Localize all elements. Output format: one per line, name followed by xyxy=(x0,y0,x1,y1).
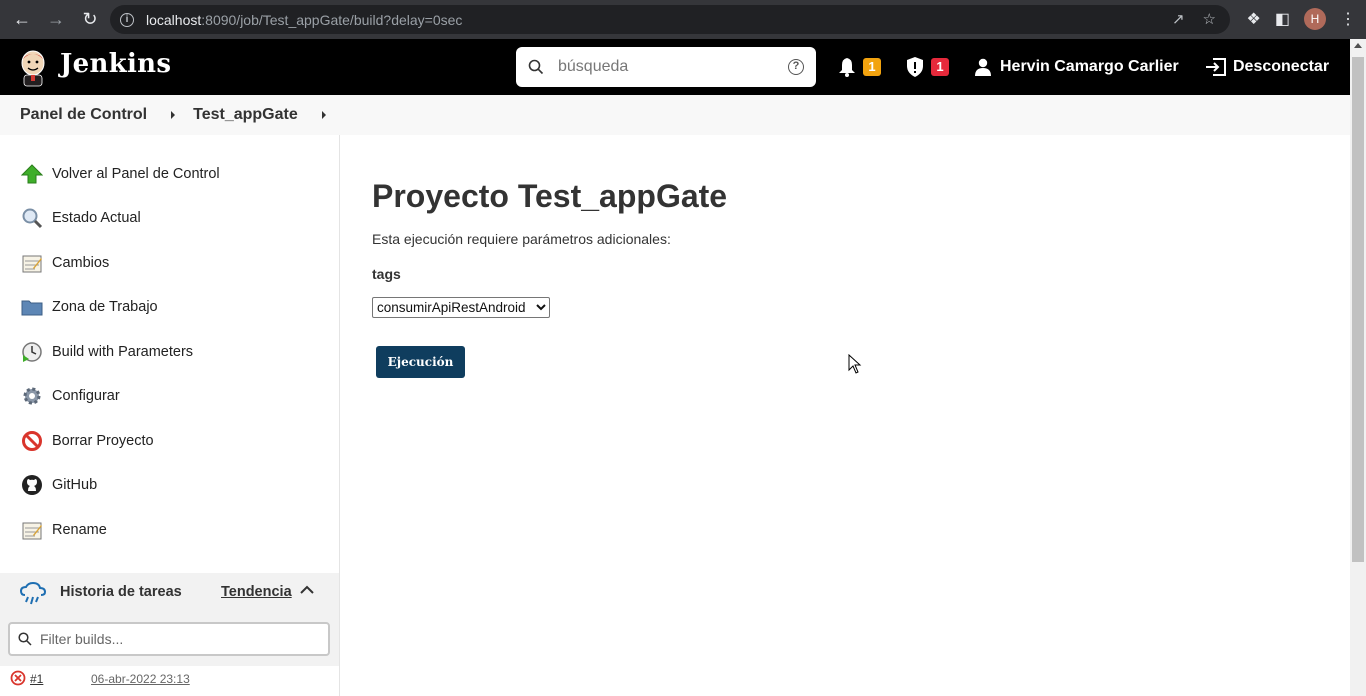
sidebar-item-build-with-parameters[interactable]: Build with Parameters xyxy=(20,339,193,365)
shield-alert-icon xyxy=(907,57,923,77)
logout-label: Desconectar xyxy=(1233,58,1330,75)
mouse-cursor-icon xyxy=(848,354,862,374)
star-icon[interactable]: ☆ xyxy=(1203,10,1216,28)
breadcrumb-dashboard[interactable]: Panel de Control xyxy=(20,106,147,124)
build-row[interactable]: #1 06-abr-2022 23:13 xyxy=(0,666,339,696)
filter-builds-box[interactable] xyxy=(8,622,330,656)
page-title: Proyecto Test_appGate xyxy=(372,178,728,214)
magnifier-icon xyxy=(20,206,44,230)
logout-icon xyxy=(1206,58,1226,76)
up-arrow-icon xyxy=(20,162,44,186)
help-icon[interactable]: ? xyxy=(788,59,804,75)
side-panel-icon[interactable]: ◧ xyxy=(1275,9,1290,29)
sidebar-item-back-dashboard[interactable]: Volver al Panel de Control xyxy=(20,161,220,187)
notifications-badge: 1 xyxy=(863,58,881,76)
breadcrumb-project[interactable]: Test_appGate xyxy=(193,106,298,124)
breadcrumb-chevron-icon[interactable] xyxy=(321,111,326,119)
tags-select[interactable]: consumirApiRestAndroid xyxy=(372,297,550,318)
cloud-rain-icon xyxy=(20,582,46,605)
jenkins-brand[interactable]: Jenkins xyxy=(60,49,171,79)
build-history-panel: Historia de tareas Tendencia #1 06-abr-2… xyxy=(0,573,339,696)
sidebar-item-workspace[interactable]: Zona de Trabajo xyxy=(20,294,158,320)
gear-icon xyxy=(20,384,44,408)
forward-icon[interactable]: → xyxy=(44,8,68,32)
breadcrumb-chevron-icon[interactable] xyxy=(171,111,176,119)
folder-icon xyxy=(20,295,44,319)
reload-icon[interactable]: ↻ xyxy=(78,8,102,32)
trend-link[interactable]: Tendencia xyxy=(221,584,292,600)
build-date-link[interactable]: 06-abr-2022 23:13 xyxy=(91,672,190,686)
share-icon[interactable]: ↗ xyxy=(1172,10,1185,28)
address-bar[interactable]: i localhost:8090/job/Test_appGate/build?… xyxy=(110,5,1230,34)
search-icon xyxy=(18,632,32,646)
back-icon[interactable]: ← xyxy=(10,8,34,32)
extensions-icon[interactable]: ❖ xyxy=(1247,9,1261,29)
user-icon xyxy=(975,58,991,76)
jenkins-header: Jenkins ? 1 1 Hervin Camargo Carlier xyxy=(0,39,1366,95)
sidebar-item-rename[interactable]: Rename xyxy=(20,517,107,543)
build-number-link[interactable]: #1 xyxy=(30,672,43,686)
profile-avatar[interactable]: H xyxy=(1304,8,1326,30)
filter-builds-input[interactable] xyxy=(40,631,310,647)
build-history-title: Historia de tareas xyxy=(60,584,182,600)
jenkins-logo-icon[interactable] xyxy=(18,49,48,87)
search-icon xyxy=(528,59,544,75)
user-name: Hervin Camargo Carlier xyxy=(1000,58,1179,75)
sidebar-item-configure[interactable]: Configurar xyxy=(20,383,120,409)
browser-toolbar: ← → ↻ i localhost:8090/job/Test_appGate/… xyxy=(0,0,1366,39)
search-box[interactable]: ? xyxy=(516,47,816,87)
tags-parameter-label: tags xyxy=(372,266,401,282)
run-build-button[interactable]: Ejecución xyxy=(376,346,465,378)
notepad-icon xyxy=(20,518,44,542)
scroll-thumb[interactable] xyxy=(1352,57,1364,562)
logout-button[interactable]: Desconectar xyxy=(1205,39,1329,95)
security-button[interactable]: 1 xyxy=(906,39,949,95)
site-info-icon[interactable]: i xyxy=(120,12,134,27)
clock-play-icon xyxy=(20,340,44,364)
scroll-up-arrow-icon[interactable] xyxy=(1354,43,1362,48)
no-entry-icon xyxy=(20,429,44,453)
user-menu[interactable]: Hervin Camargo Carlier xyxy=(974,39,1179,95)
breadcrumb: Panel de Control Test_appGate xyxy=(0,95,1350,135)
notifications-button[interactable]: 1 xyxy=(838,39,881,95)
search-input[interactable] xyxy=(558,58,778,76)
page-scrollbar[interactable] xyxy=(1350,39,1366,696)
sidebar-item-delete-project[interactable]: Borrar Proyecto xyxy=(20,428,154,454)
sidebar-item-github[interactable]: GitHub xyxy=(20,472,97,498)
url-text[interactable]: localhost:8090/job/Test_appGate/build?de… xyxy=(146,12,462,28)
browser-menu-icon[interactable]: ⋮ xyxy=(1340,9,1356,29)
sidebar-item-changes[interactable]: Cambios xyxy=(20,250,109,276)
github-icon xyxy=(20,473,44,497)
security-badge: 1 xyxy=(931,58,949,76)
notepad-icon xyxy=(20,251,44,275)
build-failed-icon xyxy=(10,670,26,686)
sidebar-item-status[interactable]: Estado Actual xyxy=(20,205,141,231)
chevron-up-icon[interactable] xyxy=(300,585,314,595)
bell-icon xyxy=(839,58,855,77)
parameters-description: Esta ejecución requiere parámetros adici… xyxy=(372,231,671,247)
